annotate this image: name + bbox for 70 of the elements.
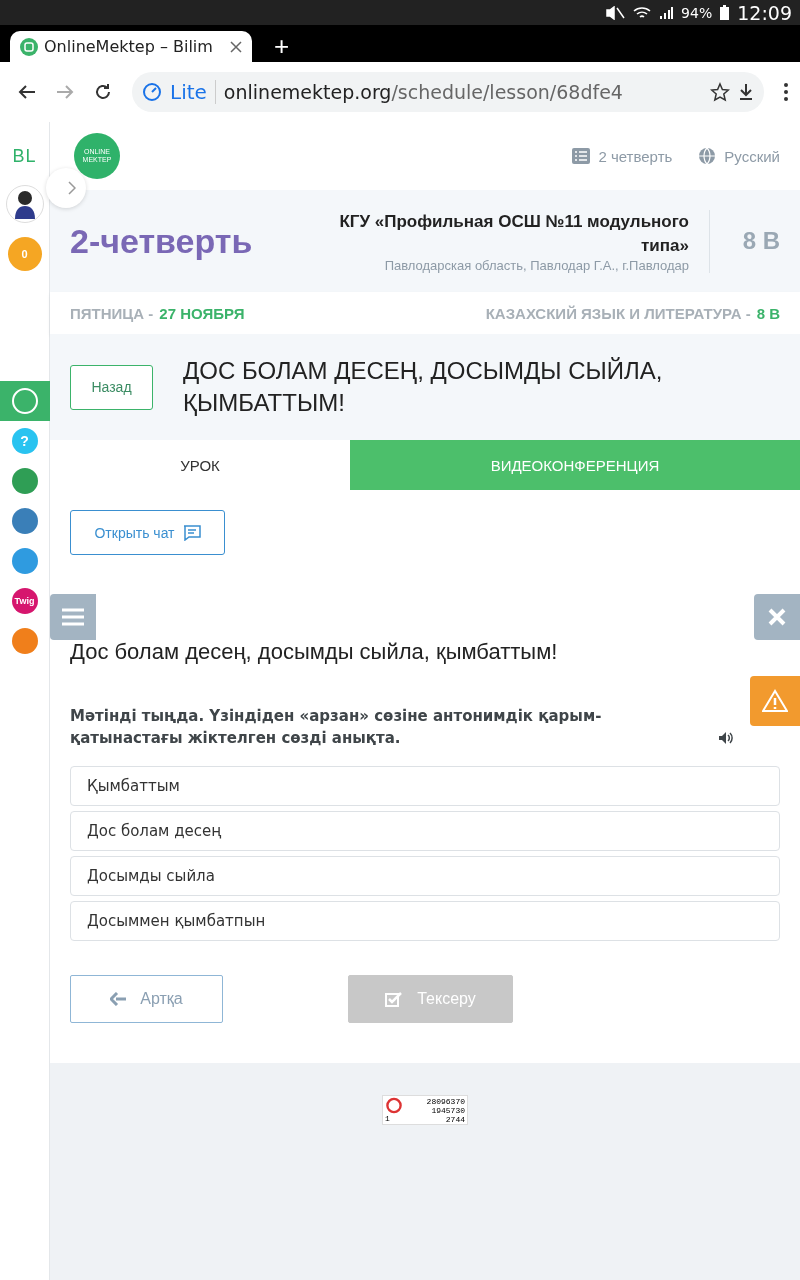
twig-logo[interactable]: Twig [11,588,38,614]
back-arrow-icon[interactable] [18,84,36,100]
checkbox-icon [385,991,404,1007]
chat-icon [182,524,201,541]
report-button[interactable] [750,676,800,726]
answer-option[interactable]: Дос болам десең [70,811,780,851]
task-instruction: Мәтінді тыңда. Үзіндіден «арзан» сөзіне антонимдік қарым-қатынастағы жіктелген сөзді анықта. [70,706,603,749]
open-chat-button[interactable]: Открыть чат [70,510,225,555]
mute-icon [605,5,626,20]
tab[interactable]: ВИДЕОКОНФЕРЕНЦИЯ [350,440,800,490]
download-icon[interactable] [738,83,754,101]
warning-icon [762,689,788,713]
favicon-icon [20,37,38,56]
clock-time: 12:09 [737,1,792,24]
close-icon [768,608,786,626]
signal-icon [659,5,674,20]
speaker-icon[interactable] [718,731,734,745]
app-logo-icon[interactable] [11,548,38,574]
forward-arrow-icon[interactable] [56,84,74,100]
language-selector[interactable]: Русский [698,147,780,165]
chevron-right-icon [68,181,76,195]
menu-icon [62,608,84,626]
more-menu-icon[interactable] [784,83,788,101]
globe-icon [698,147,717,165]
answer-option[interactable]: Досымды сыйла [70,856,780,896]
points-badge: 0 [7,237,42,271]
tab[interactable]: УРОК [50,440,350,490]
counter-value: 1945730 [431,1106,465,1115]
address-bar[interactable]: Lite onlinemektep.org/schedule/lesson/68dfe4 [132,72,764,112]
answer-option[interactable]: Досыммен қымбатпын [70,901,780,941]
counter-value: 2744 [445,1115,465,1124]
counter-value: 28096370 [426,1097,465,1106]
quarter-title: 2-четверть [70,221,253,261]
left-arrow-icon [110,992,127,1006]
app-logo-icon[interactable] [11,628,38,654]
new-tab-button[interactable]: + [274,31,290,62]
counter-label: 1 [385,1114,391,1123]
ring-icon [385,1097,403,1114]
weekday: ПЯТНИЦА - [70,304,154,322]
back-button[interactable]: Назад [70,364,153,410]
speedometer-icon [142,82,162,102]
quarter-selector[interactable]: 2 четверть [572,147,673,165]
avatar[interactable] [5,185,44,223]
wifi-icon [633,5,652,20]
school-name: КГУ «Профильная ОСШ №11 модульного типа» [338,210,689,257]
list-icon [572,148,591,164]
answer-option[interactable]: Қымбаттым [70,766,780,806]
close-button[interactable] [754,594,800,640]
person-icon [12,189,37,219]
brand-logo[interactable]: BL [12,146,37,167]
close-icon [230,40,242,53]
subject-name: КАЗАХСКИЙ ЯЗЫК И ЛИТЕРАТУРА - [485,304,751,322]
subject-class: 8 В [756,304,780,322]
browser-tab[interactable]: OnlineMektep – Bilim [10,31,252,62]
task-title: Дос болам десең, досымды сыйла, қымбаттым! [70,639,559,665]
lesson-title: ДОС БОЛАМ ДЕСЕҢ, ДОСЫМДЫ СЫЙЛА, ҚЫМБАТТЫМ! [183,356,664,418]
battery-percent: 94% [681,4,713,21]
menu-button[interactable] [50,594,96,640]
app-logo-icon[interactable] [11,468,38,494]
star-icon[interactable] [710,82,730,102]
app-logo-icon[interactable] [11,508,38,534]
reload-icon[interactable] [94,83,112,101]
class-name: 8 В [741,227,780,255]
app-logo-icon[interactable] [11,388,38,414]
school-region: Павлодарская область, Павлодар Г.А., г.Павлодар [384,257,689,273]
url-text: onlinemektep.org/schedule/lesson/68dfe4 [223,81,624,103]
back-step-button[interactable]: Артқа [70,975,223,1023]
battery-icon [720,5,730,20]
date: 27 НОЯБРЯ [159,304,245,322]
lite-label: Lite [170,80,216,104]
